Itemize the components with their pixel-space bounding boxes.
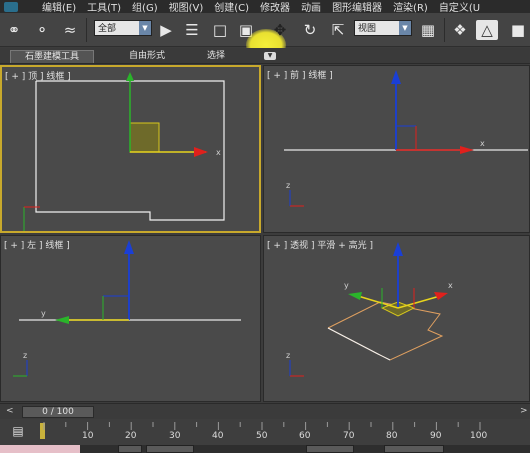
menu-modifiers[interactable]: 修改器 — [260, 0, 290, 14]
menu-views[interactable]: 视图(V) — [169, 0, 204, 14]
app-logo[interactable] — [4, 1, 18, 12]
viewport-top-canvas: x — [23, 72, 225, 231]
lock-selection-icon[interactable] — [118, 445, 142, 453]
gizmo-x-arrow — [434, 292, 448, 300]
gizmo-x-label: x — [480, 139, 485, 148]
gizmo-x-label: x — [216, 148, 221, 157]
chevron-down-icon: ▼ — [399, 21, 411, 35]
gizmo-y-label: y — [41, 309, 46, 318]
viewport-perspective[interactable]: [ + ] 透视 ] 平滑 + 高光 ] x y z — [263, 235, 530, 402]
gizmo-y-label: y — [344, 281, 349, 290]
next-frame-icon[interactable]: > — [520, 406, 528, 416]
menu-graph-editors[interactable]: 图形编辑器 — [332, 0, 382, 14]
tick-label: 60 — [299, 431, 311, 441]
gizmo-y-arrow — [55, 316, 69, 324]
keyboard-shortcut-override-icon[interactable]: △ — [476, 20, 498, 40]
select-object-icon[interactable]: ▶ — [156, 20, 176, 40]
gizmo-y-arrow — [126, 72, 134, 81]
coord-z-field[interactable] — [306, 445, 354, 453]
object-outline — [327, 301, 444, 361]
bind-space-warp-icon[interactable]: ≈ — [60, 20, 80, 40]
mini-axis-label: z — [286, 351, 290, 360]
time-slider[interactable]: 0 / 100 — [22, 406, 94, 418]
tab-graphite-modeling[interactable]: 石墨建模工具 — [10, 50, 94, 63]
reference-coord-value: 视图 — [358, 24, 377, 34]
ribbon-toggle-icon[interactable]: ▼ — [264, 52, 276, 60]
viewport-perspective-canvas: x y z — [286, 242, 453, 377]
tick-label: 100 — [470, 431, 488, 441]
gizmo-z-arrow — [124, 240, 134, 254]
pivot-plane — [129, 122, 160, 153]
menu-bar: 编辑(E) 工具(T) 组(G) 视图(V) 创建(C) 修改器 动画 图形编辑… — [0, 0, 530, 14]
tab-freeform[interactable]: 自由形式 — [112, 50, 182, 63]
viewport-left[interactable]: [ + ] 左 ] 线框 ] y z — [0, 235, 261, 402]
gizmo-x-axis — [397, 295, 441, 309]
tick-label: 70 — [343, 431, 355, 441]
mini-axis-label: z — [286, 181, 290, 190]
menu-group[interactable]: 组(G) — [132, 0, 158, 14]
menu-create[interactable]: 创建(C) — [214, 0, 249, 14]
tick-label: 80 — [386, 431, 398, 441]
track-bar[interactable]: ▤ 10 20 30 40 50 60 70 80 90 100 — [0, 419, 530, 445]
gizmo-x-arrow — [194, 147, 208, 157]
gizmo-y-arrow — [348, 292, 362, 300]
menu-edit[interactable]: 编辑(E) — [42, 0, 76, 14]
time-slider-bar: < 0 / 100 > — [0, 403, 530, 419]
gizmo-x-label: x — [448, 281, 453, 290]
chevron-down-icon: ▼ — [139, 21, 151, 35]
gizmo-z-arrow — [391, 70, 401, 84]
viewport-top[interactable]: [ + ] 顶 ] 线框 ] x — [0, 65, 261, 233]
menu-customize[interactable]: 自定义(U — [439, 0, 480, 14]
menu-rendering[interactable]: 渲染(R) — [393, 0, 428, 14]
main-toolbar: ⚭ ⚬ ≈ 全部 ▼ ▶ ☰ □ ▣ ✥ ↻ ⇱ 视图 ▼ ▦ ❖ △ ■ — [0, 13, 530, 61]
viewport-left-canvas: y z — [13, 240, 241, 377]
maxscript-listener[interactable] — [0, 445, 80, 453]
link-icon[interactable]: ⚭ — [4, 20, 24, 40]
select-and-rotate-icon[interactable]: ↻ — [300, 20, 320, 40]
tick-label: 90 — [430, 431, 442, 441]
selection-filter-dropdown[interactable]: 全部 ▼ — [94, 20, 152, 36]
more-tools-icon[interactable]: ■ — [508, 20, 528, 40]
status-bar — [0, 445, 530, 453]
viewport-front-canvas: x z — [284, 70, 528, 207]
tick-label: 30 — [169, 431, 181, 441]
unlink-icon[interactable]: ⚬ — [32, 20, 52, 40]
ribbon: 石墨建模工具 自由形式 选择 ▼ — [0, 48, 530, 64]
rectangular-selection-icon[interactable]: □ — [210, 20, 230, 40]
menu-animation[interactable]: 动画 — [301, 0, 321, 14]
reference-coordinate-dropdown[interactable]: 视图 ▼ — [354, 20, 412, 36]
tick-label: 50 — [256, 431, 268, 441]
grid-field[interactable] — [384, 445, 444, 453]
coord-x-field[interactable] — [146, 445, 194, 453]
tick-label: 10 — [82, 431, 94, 441]
tab-selection[interactable]: 选择 — [194, 50, 238, 63]
select-manipulate-icon[interactable]: ❖ — [450, 20, 470, 40]
prev-frame-icon[interactable]: < — [6, 406, 14, 416]
menu-tools[interactable]: 工具(T) — [87, 0, 121, 14]
tick-label: 20 — [125, 431, 137, 441]
gizmo-y-axis — [357, 295, 399, 309]
select-by-name-icon[interactable]: ☰ — [182, 20, 202, 40]
select-and-move-icon[interactable]: ✥ — [270, 20, 290, 40]
gizmo-x-arrow — [460, 146, 474, 154]
viewport-front[interactable]: [ + ] 前 ] 线框 ] x z — [263, 65, 530, 233]
mini-axis-label: z — [23, 351, 27, 360]
gizmo-z-arrow — [393, 242, 403, 256]
selection-filter-value: 全部 — [98, 24, 117, 34]
tick-label: 40 — [212, 431, 224, 441]
pivot-center-icon[interactable]: ▦ — [418, 20, 438, 40]
select-and-scale-icon[interactable]: ⇱ — [328, 20, 348, 40]
